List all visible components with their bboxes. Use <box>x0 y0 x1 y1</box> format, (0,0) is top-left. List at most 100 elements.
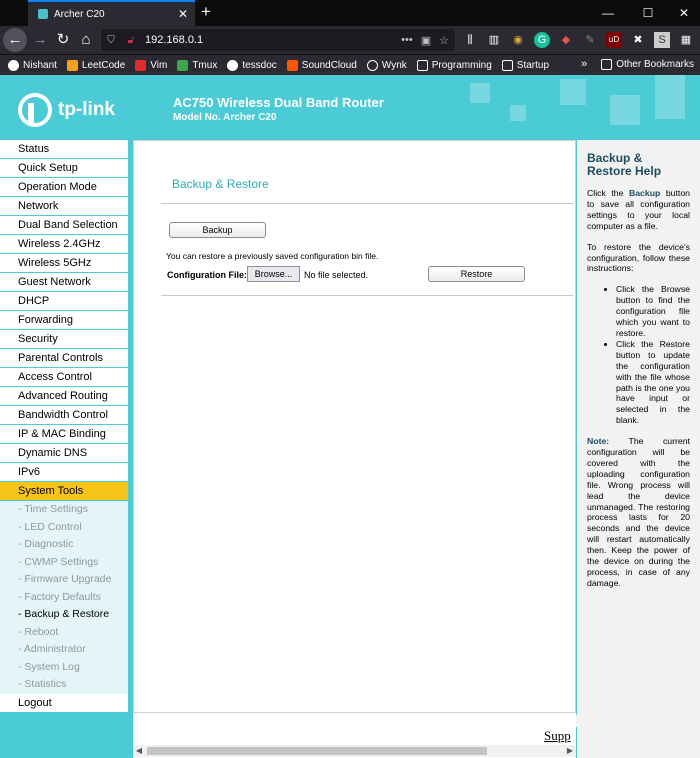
submenu-factory-defaults[interactable]: - Factory Defaults <box>0 588 128 606</box>
menu-item-security[interactable]: Security <box>0 330 128 349</box>
browse-button[interactable]: Browse... <box>247 266 300 282</box>
grammarly-icon[interactable]: G <box>534 32 550 48</box>
extension-icon[interactable]: S <box>654 32 670 48</box>
backup-button[interactable]: Backup <box>169 222 266 238</box>
header-decoration <box>610 95 640 125</box>
submenu-reboot[interactable]: - Reboot <box>0 623 128 641</box>
bookmark-item[interactable]: tessdoc <box>227 59 277 71</box>
support-link[interactable]: Supp <box>544 728 571 744</box>
help-bullet: Click the Browse button to find the conf… <box>616 284 690 339</box>
library-icon[interactable]: ⫼ <box>462 32 478 48</box>
menu-item-ipv6[interactable]: IPv6 <box>0 463 128 482</box>
insecure-lock-icon[interactable]: 🔓︎ <box>121 35 141 46</box>
menu-item-wireless-5ghz[interactable]: Wireless 5GHz <box>0 254 128 273</box>
bookmark-folder[interactable]: Startup <box>501 59 550 71</box>
tmux-icon <box>177 59 189 71</box>
tab-bar: Archer C20 ✕ + — ☐ ✕ <box>0 0 700 26</box>
scroll-right-icon[interactable]: ▶ <box>564 745 576 757</box>
bookmark-item[interactable]: Nishant <box>8 59 57 71</box>
menu-item-access-control[interactable]: Access Control <box>0 368 128 387</box>
reader-view-icon[interactable]: ▣ <box>421 34 431 47</box>
restore-note: You can restore a previously saved confi… <box>166 251 379 261</box>
note-text: The current configuration will be covere… <box>587 436 690 588</box>
menu-item-logout[interactable]: Logout <box>0 693 128 713</box>
url-text[interactable]: 192.168.0.1 <box>141 34 401 46</box>
menu-item-dynamic-dns[interactable]: Dynamic DNS <box>0 444 128 463</box>
new-tab-button[interactable]: + <box>196 0 216 26</box>
menu-item-bandwidth-control[interactable]: Bandwidth Control <box>0 406 128 425</box>
maximize-icon[interactable]: ☐ <box>628 0 668 26</box>
restore-button[interactable]: Restore <box>428 266 525 282</box>
submenu-time-settings[interactable]: - Time Settings <box>0 501 128 519</box>
config-file-label: Configuration File: <box>167 270 247 280</box>
bookmark-label: tessdoc <box>242 59 277 71</box>
bookmark-label: Tmux <box>192 59 218 71</box>
bookmark-item[interactable]: Wynk <box>366 59 407 71</box>
forward-button[interactable]: → <box>28 28 52 52</box>
other-bookmarks[interactable]: Other Bookmarks <box>601 58 694 70</box>
back-button[interactable]: ← <box>3 28 27 52</box>
bookmark-item[interactable]: Tmux <box>177 59 218 71</box>
browser-tab[interactable]: Archer C20 ✕ <box>28 0 195 26</box>
sidebar-menu: Status Quick Setup Operation Mode Networ… <box>0 140 128 713</box>
menu-item-dual-band-selection[interactable]: Dual Band Selection <box>0 216 128 235</box>
bookmarks-bar: Nishant LeetCode Vim Tmux tessdoc SoundC… <box>0 54 700 75</box>
close-window-icon[interactable]: ✕ <box>664 0 700 26</box>
header-decoration <box>655 75 685 119</box>
sidebar-icon[interactable]: ▥ <box>486 32 502 48</box>
help-text: Click the <box>587 188 629 198</box>
submenu-statistics[interactable]: - Statistics <box>0 676 128 694</box>
menu-item-network[interactable]: Network <box>0 197 128 216</box>
help-paragraph: To restore the device's configuration, f… <box>587 241 690 274</box>
note-label: Note: <box>587 436 610 447</box>
help-bold-text: Backup <box>628 188 661 198</box>
tp-link-logo-icon <box>18 93 52 127</box>
shield-icon[interactable]: ⛉ <box>101 35 121 46</box>
bookmark-label: Startup <box>516 59 550 71</box>
submenu-cwmp-settings[interactable]: - CWMP Settings <box>0 553 128 571</box>
bookmark-item[interactable]: LeetCode <box>66 59 126 71</box>
submenu-diagnostic[interactable]: - Diagnostic <box>0 536 128 554</box>
home-button[interactable]: ⌂ <box>74 28 98 52</box>
submenu-firmware-upgrade[interactable]: - Firmware Upgrade <box>0 571 128 589</box>
extension-icon[interactable]: ◆ <box>558 32 574 48</box>
menu-item-status[interactable]: Status <box>0 140 128 159</box>
extension-icon[interactable]: ▦ <box>678 32 694 48</box>
bookmark-item[interactable]: Vim <box>135 59 167 71</box>
footer-horizontal-scrollbar[interactable]: ◀ ▶ <box>133 745 576 757</box>
extension-icon[interactable]: ◉ <box>510 32 526 48</box>
ublock-icon[interactable]: uD <box>606 32 622 48</box>
close-tab-icon[interactable]: ✕ <box>175 7 191 21</box>
page-actions-icon[interactable]: ••• <box>401 34 413 47</box>
menu-item-parental-controls[interactable]: Parental Controls <box>0 349 128 368</box>
reload-button[interactable]: ↻ <box>51 28 75 52</box>
help-title: Backup & Restore Help <box>587 151 662 178</box>
url-bar[interactable]: ⛉ 🔓︎ 192.168.0.1 ••• ▣ ☆ <box>101 29 455 51</box>
main-content: Backup & Restore Backup You can restore … <box>133 140 577 727</box>
menu-item-guest-network[interactable]: Guest Network <box>0 273 128 292</box>
menu-item-quick-setup[interactable]: Quick Setup <box>0 159 128 178</box>
menu-item-operation-mode[interactable]: Operation Mode <box>0 178 128 197</box>
menu-item-advanced-routing[interactable]: Advanced Routing <box>0 387 128 406</box>
menu-item-forwarding[interactable]: Forwarding <box>0 311 128 330</box>
menu-item-ip-mac-binding[interactable]: IP & MAC Binding <box>0 425 128 444</box>
bookmark-star-icon[interactable]: ☆ <box>439 34 449 47</box>
header-decoration <box>560 79 586 105</box>
menu-item-dhcp[interactable]: DHCP <box>0 292 128 311</box>
extension-icon[interactable]: ✎ <box>582 32 598 48</box>
menu-item-wireless-24ghz[interactable]: Wireless 2.4GHz <box>0 235 128 254</box>
extension-icon[interactable]: ✖ <box>630 32 646 48</box>
bookmark-item[interactable]: SoundCloud <box>286 59 357 71</box>
scrollbar-thumb[interactable] <box>147 747 487 755</box>
submenu-led-control[interactable]: - LED Control <box>0 518 128 536</box>
bookmark-label: LeetCode <box>81 59 126 71</box>
menu-item-system-tools[interactable]: System Tools <box>0 482 128 501</box>
scroll-left-icon[interactable]: ◀ <box>133 745 145 757</box>
submenu-system-log[interactable]: - System Log <box>0 658 128 676</box>
minimize-icon[interactable]: — <box>588 0 628 26</box>
bookmark-folder[interactable]: Programming <box>416 59 492 71</box>
page-viewport: tp-link AC750 Wireless Dual Band Router … <box>0 75 700 758</box>
submenu-backup-restore[interactable]: - Backup & Restore <box>0 606 128 624</box>
submenu-administrator[interactable]: - Administrator <box>0 641 128 659</box>
chevron-right-icon[interactable]: » <box>581 58 587 70</box>
